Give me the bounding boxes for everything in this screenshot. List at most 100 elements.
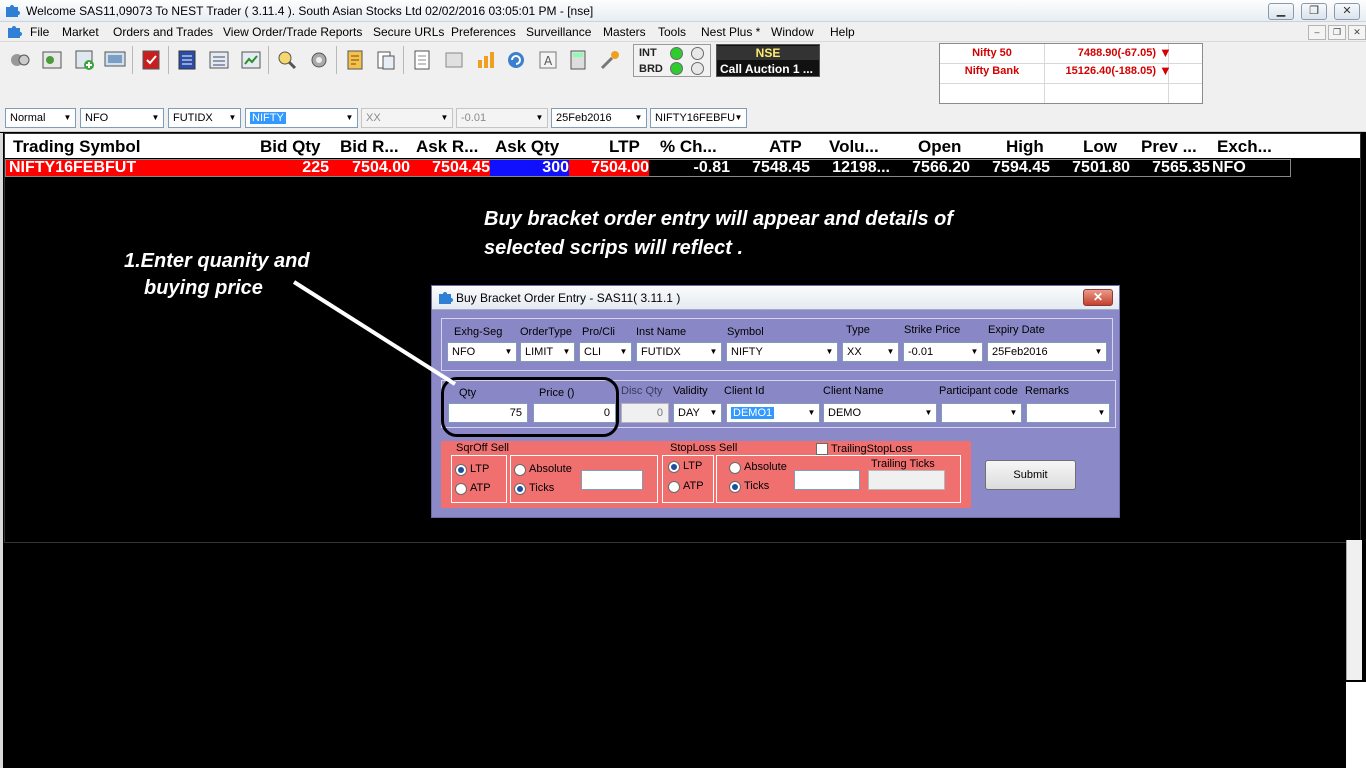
col-ask-qty[interactable]: Ask Qty: [495, 137, 559, 157]
sqroff-atp-radio[interactable]: [455, 483, 467, 495]
mdi-close-button[interactable]: ✕: [1348, 25, 1366, 40]
col-trading-symbol[interactable]: Trading Symbol: [13, 137, 141, 157]
stoploss-absolute-radio[interactable]: [729, 462, 741, 474]
minimize-button[interactable]: ▁: [1268, 3, 1294, 20]
col-ask-rate[interactable]: Ask R...: [416, 137, 478, 157]
strike-price-select[interactable]: -0.01 ▼: [903, 342, 983, 362]
alert-icon[interactable]: A: [536, 48, 560, 72]
sqroff-base-group: LTP ATP: [451, 455, 507, 503]
order-type-select[interactable]: LIMIT ▼: [520, 342, 575, 362]
bars-icon[interactable]: [474, 48, 498, 72]
list-icon[interactable]: [410, 48, 434, 72]
close-button[interactable]: ✕: [1334, 3, 1360, 20]
menu-nest-plus[interactable]: Nest Plus *: [701, 25, 760, 39]
menu-file[interactable]: File: [30, 25, 49, 39]
client-name-value: DEMO: [828, 407, 861, 419]
menu-preferences[interactable]: Preferences: [451, 25, 516, 39]
expiry-date-select[interactable]: 25Feb2016 ▼: [987, 342, 1107, 362]
col-atp[interactable]: ATP: [769, 137, 802, 157]
trailing-ticks-input[interactable]: [868, 470, 945, 490]
menu-orders-and-trades[interactable]: Orders and Trades: [113, 25, 213, 39]
documents-icon[interactable]: [374, 48, 398, 72]
validity-select[interactable]: DAY ▼: [673, 403, 722, 423]
order-book-icon[interactable]: [139, 48, 163, 72]
trailing-stoploss-checkbox[interactable]: [816, 443, 828, 455]
toolbar-separator: [168, 46, 169, 74]
type-select[interactable]: XX ▼: [842, 342, 899, 362]
submit-button[interactable]: Submit: [985, 460, 1076, 490]
col-open[interactable]: Open: [918, 137, 961, 157]
option-type-select[interactable]: XX ▼: [361, 108, 453, 128]
mdi-restore-button[interactable]: ❐: [1328, 25, 1346, 40]
exchange-status: NSE Call Auction 1 ...: [716, 44, 820, 77]
col-exchange[interactable]: Exch...: [1217, 137, 1272, 157]
exhg-seg-select[interactable]: NFO ▼: [447, 342, 517, 362]
instrument-select[interactable]: FUTIDX ▼: [168, 108, 241, 128]
menu-tools[interactable]: Tools: [658, 25, 686, 39]
exchange-select[interactable]: NFO ▼: [80, 108, 164, 128]
order-type-select[interactable]: Normal ▼: [5, 108, 76, 128]
background-scrollbar: [1346, 540, 1362, 680]
disc-qty-input[interactable]: 0: [621, 403, 669, 423]
toolbar-separator: [268, 46, 269, 74]
menu-window[interactable]: Window: [771, 25, 814, 39]
stoploss-value-input[interactable]: [794, 470, 860, 490]
blank-icon[interactable]: [442, 48, 466, 72]
col-high[interactable]: High: [1006, 137, 1044, 157]
client-id-select[interactable]: DEMO1 ▼: [726, 403, 820, 423]
col-pct-change[interactable]: % Ch...: [660, 137, 717, 157]
trade-book-icon[interactable]: [175, 48, 199, 72]
pro-cli-select[interactable]: CLI ▼: [579, 342, 632, 362]
col-low[interactable]: Low: [1083, 137, 1117, 157]
table-row[interactable]: NIFTY16FEBFUT 225 7504.00 7504.45 300 75…: [5, 159, 1291, 177]
menu-view-reports[interactable]: View Order/Trade Reports: [223, 25, 362, 39]
net-position-icon[interactable]: [207, 48, 231, 72]
calculator-icon[interactable]: [566, 48, 590, 72]
client-name-select[interactable]: DEMO ▼: [823, 403, 937, 423]
sqroff-absolute-radio[interactable]: [514, 464, 526, 476]
col-bid-rate[interactable]: Bid R...: [340, 137, 399, 157]
chevron-down-icon: ▼: [504, 347, 513, 356]
sqroff-value-input[interactable]: [581, 470, 643, 490]
col-ltp[interactable]: LTP: [609, 137, 640, 157]
strike-select[interactable]: -0.01 ▼: [456, 108, 548, 128]
sqroff-ltp-radio[interactable]: [455, 464, 467, 476]
add-scrip-icon[interactable]: [73, 48, 97, 72]
stoploss-ltp-radio[interactable]: [668, 461, 680, 473]
mdi-minimize-button[interactable]: –: [1308, 25, 1326, 40]
contract-select[interactable]: NIFTY16FEBFU ▼: [650, 108, 747, 128]
report-icon[interactable]: [239, 48, 263, 72]
col-prev-close[interactable]: Prev ...: [1141, 137, 1197, 157]
symbol-select[interactable]: NIFTY ▼: [726, 342, 838, 362]
col-bid-qty[interactable]: Bid Qty: [260, 137, 320, 157]
qty-input[interactable]: 75: [448, 403, 528, 423]
search-icon[interactable]: [275, 48, 299, 72]
chevron-down-icon: ▼: [345, 113, 354, 122]
menu-surveillance[interactable]: Surveillance: [526, 25, 591, 39]
symbol-label: Symbol: [727, 326, 764, 338]
participant-code-select[interactable]: ▼: [941, 403, 1022, 423]
dialog-close-button[interactable]: ✕: [1083, 289, 1113, 306]
stoploss-atp-radio[interactable]: [668, 481, 680, 493]
screen-icon[interactable]: [103, 48, 127, 72]
inst-name-select[interactable]: FUTIDX ▼: [636, 342, 722, 362]
market-watch-icon[interactable]: [40, 48, 64, 72]
sqroff-ticks-radio[interactable]: [514, 483, 526, 495]
stoploss-ticks-radio[interactable]: [729, 481, 741, 493]
remarks-select[interactable]: ▼: [1026, 403, 1110, 423]
menu-market[interactable]: Market: [62, 25, 99, 39]
menu-masters[interactable]: Masters: [603, 25, 646, 39]
price-input[interactable]: 0: [533, 403, 616, 423]
order-type-value: LIMIT: [525, 346, 554, 358]
connection-icon[interactable]: [8, 48, 32, 72]
menu-secure-urls[interactable]: Secure URLs: [373, 25, 444, 39]
col-volume[interactable]: Volu...: [829, 137, 879, 157]
restore-button[interactable]: ❐: [1301, 3, 1327, 20]
menu-help[interactable]: Help: [830, 25, 855, 39]
symbol-select[interactable]: NIFTY ▼: [245, 108, 358, 128]
tools-icon[interactable]: [598, 48, 622, 72]
settings-icon[interactable]: [307, 48, 331, 72]
refresh-icon[interactable]: [504, 48, 528, 72]
notepad-icon[interactable]: [343, 48, 367, 72]
expiry-select[interactable]: 25Feb2016 ▼: [551, 108, 647, 128]
